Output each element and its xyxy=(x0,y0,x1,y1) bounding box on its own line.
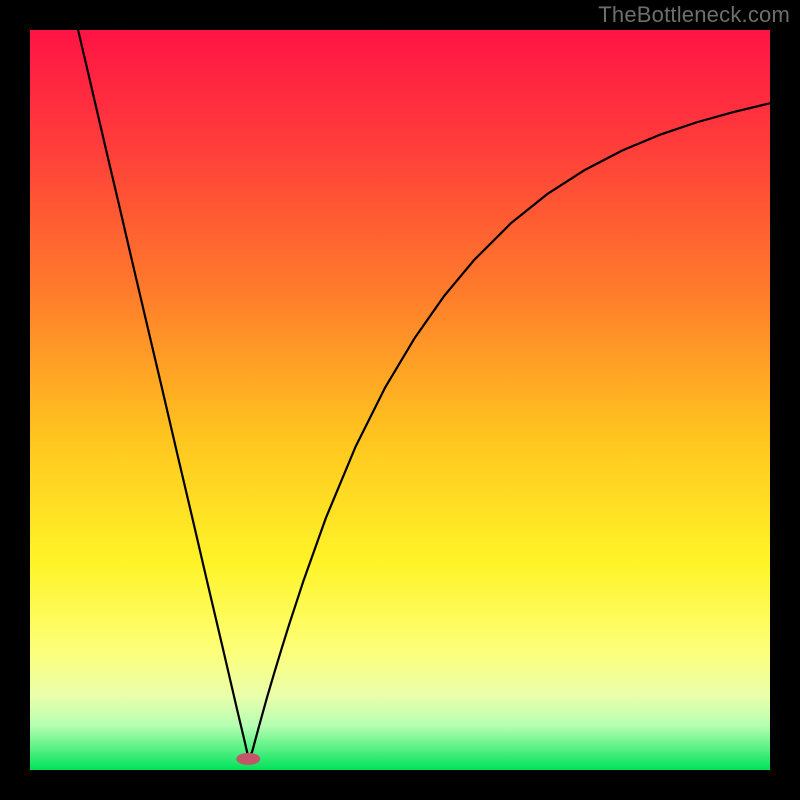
watermark: TheBottleneck.com xyxy=(598,2,790,28)
optimum-marker xyxy=(236,753,260,765)
bottleneck-chart xyxy=(0,0,800,800)
chart-container: TheBottleneck.com xyxy=(0,0,800,800)
plot-background xyxy=(30,30,770,770)
